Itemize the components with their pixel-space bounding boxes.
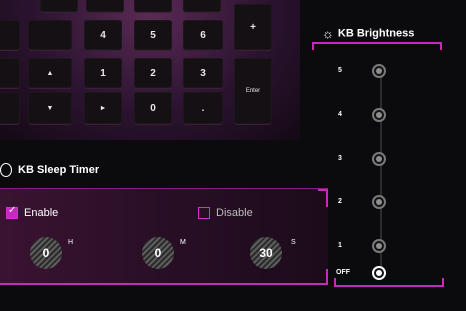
checkbox-checked-icon (6, 205, 18, 220)
key-label: 6 (200, 29, 206, 41)
hours-dial[interactable]: 0 (30, 237, 62, 269)
brightness-heading: ☼ KB Brightness (322, 26, 414, 41)
level-label-3: 3 (338, 155, 342, 162)
enable-checkbox[interactable]: Enable (6, 205, 59, 220)
seconds-dial[interactable]: 30 (250, 237, 282, 269)
brightness-border-bottom (334, 285, 444, 287)
clock-icon (0, 163, 12, 177)
enable-label: Enable (24, 207, 59, 219)
brightness-border (334, 278, 336, 287)
sleep-timer-panel: Enable Disable 0 H 0 M 30 S (0, 188, 328, 285)
key-0: 0 (134, 92, 172, 124)
key-arrow-down: ▼ (28, 92, 72, 124)
key-label: 1 (100, 67, 106, 79)
key-label: 5 (150, 29, 156, 41)
disable-label: Disable (216, 207, 253, 219)
key-label: Enter (245, 88, 261, 94)
checkbox-unchecked-icon (198, 207, 210, 220)
key-partial (183, 0, 221, 12)
key-5: 5 (134, 20, 172, 50)
level-option-1[interactable] (372, 239, 386, 253)
key-label: 2 (150, 67, 156, 79)
key-1: 1 (84, 58, 122, 88)
arrow-right-icon: ► (99, 104, 107, 112)
level-option-2[interactable] (372, 195, 386, 209)
key-blank (28, 20, 72, 50)
sleep-timer-title: KB Sleep Timer (18, 163, 100, 176)
arrow-up-icon: ▲ (46, 69, 54, 77)
key-partial (0, 58, 20, 88)
key-4: 4 (84, 20, 122, 50)
key-dot: . (183, 92, 223, 124)
keyboard-preview: 4 5 6 + ▲ 1 2 3 Enter ▼ ► 0 . (0, 0, 300, 140)
brightness-title: KB Brightness (337, 27, 415, 40)
key-enter: Enter (234, 58, 272, 124)
level-option-off[interactable] (372, 266, 386, 280)
level-option-4[interactable] (372, 108, 386, 122)
level-option-3[interactable] (372, 152, 386, 166)
key-partial (0, 92, 20, 124)
key-partial (86, 0, 124, 12)
key-label: 0 (150, 102, 156, 114)
key-partial (0, 20, 20, 50)
disable-checkbox[interactable]: Disable (198, 207, 253, 220)
minutes-value: 0 (154, 246, 162, 260)
key-6: 6 (183, 20, 223, 50)
key-label: 3 (200, 67, 206, 79)
seconds-unit: S (291, 239, 296, 246)
key-arrow-up: ▲ (28, 58, 72, 88)
hours-value: 0 (42, 246, 50, 260)
key-arrow-right: ► (84, 92, 122, 124)
brightness-border-top (312, 42, 442, 44)
key-3: 3 (183, 58, 223, 88)
app-window: 4 5 6 + ▲ 1 2 3 Enter ▼ ► 0 . KB Sleep T… (0, 0, 466, 311)
seconds-value: 30 (259, 246, 273, 260)
key-label: 4 (100, 29, 106, 41)
key-2: 2 (134, 58, 172, 88)
brightness-border (440, 42, 442, 50)
minutes-unit: M (180, 239, 186, 246)
sleep-timer-heading: KB Sleep Timer (0, 163, 99, 177)
brightness-border (442, 278, 444, 287)
level-option-5[interactable] (372, 64, 386, 78)
panel-border (326, 189, 328, 207)
minutes-dial[interactable]: 0 (142, 237, 174, 269)
level-label-off: OFF (336, 269, 350, 276)
hours-unit: H (68, 239, 74, 246)
key-plus: + (234, 4, 272, 50)
key-partial (134, 0, 172, 12)
panel-border (0, 283, 328, 285)
level-label-1: 1 (338, 242, 342, 249)
sun-icon: ☼ (322, 26, 334, 41)
level-label-5: 5 (338, 67, 342, 74)
level-label-2: 2 (338, 198, 342, 205)
key-label: + (250, 21, 256, 33)
key-partial (40, 0, 78, 12)
arrow-down-icon: ▼ (46, 104, 54, 112)
key-label: . (201, 102, 205, 114)
level-label-4: 4 (338, 111, 342, 118)
brightness-border (312, 42, 314, 50)
